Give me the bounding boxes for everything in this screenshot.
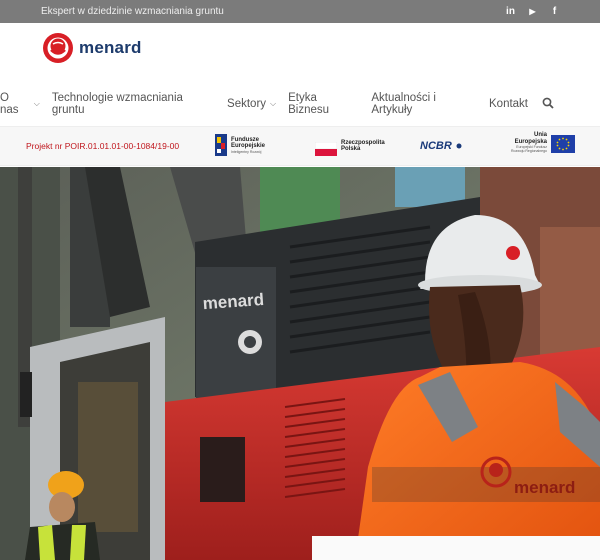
- project-number: Projekt nr POIR.01.01.01-00-1084/19-00: [26, 141, 179, 151]
- menard-logo-icon: [43, 33, 73, 63]
- top-bar: Ekspert w dziedzinie wzmacniania gruntu …: [0, 0, 600, 23]
- ncbr-dot-icon: [456, 143, 462, 149]
- menard-logo[interactable]: menard: [42, 32, 142, 64]
- main-nav: O nas ⌵ Technologie wzmacniania gruntu S…: [0, 92, 554, 116]
- hero-overlay-card: [312, 536, 600, 560]
- rzeczpospolita-logo: Rzeczpospolita Polska: [315, 136, 385, 156]
- eu-title: Unia Europejska: [514, 132, 547, 145]
- linkedin-icon[interactable]: in: [505, 6, 516, 17]
- project-code: POIR.01.01.01-00-1084/19-00: [64, 141, 180, 151]
- nav-item-kontakt[interactable]: Kontakt: [489, 98, 528, 110]
- search-icon[interactable]: [542, 97, 554, 112]
- rzeczpospolita-title: Rzeczpospolita Polska: [341, 139, 385, 153]
- hero-illustration: menard menard: [0, 167, 600, 560]
- facebook-icon[interactable]: f: [549, 6, 560, 17]
- fundusze-subtitle: Inteligentny Rozwój: [231, 149, 262, 154]
- project-prefix: Projekt nr: [26, 141, 63, 151]
- nav-item-o-nas[interactable]: O nas ⌵: [0, 92, 40, 116]
- funding-logos: Fundusze Europejskie Inteligentny Rozwój…: [215, 132, 575, 162]
- nav-item-label: Aktualności i Artykuły: [371, 92, 436, 116]
- logo-wordmark: menard: [79, 38, 142, 57]
- project-funding-bar: Projekt nr POIR.01.01.01-00-1084/19-00 F…: [0, 126, 600, 166]
- ncbr-logo: NCBR: [420, 140, 462, 152]
- site-header: menard O nas ⌵ Technologie wzmacniania g…: [0, 23, 600, 126]
- poland-flag-icon: [315, 142, 337, 156]
- nav-item-label: O nas: [0, 92, 19, 116]
- nav-item-sektory[interactable]: Sektory ⌵: [227, 98, 276, 110]
- nav-item-label: Kontakt: [489, 98, 528, 110]
- chevron-down-icon: ⌵: [270, 99, 277, 108]
- fundusze-europejskie-logo: Fundusze Europejskie Inteligentny Rozwój: [215, 134, 279, 156]
- fundusze-icon: [215, 134, 227, 156]
- nav-item-label: Technologie wzmacniania gruntu: [51, 92, 183, 116]
- vest-brand-text: menard: [514, 478, 575, 497]
- nav-item-etyka[interactable]: Etyka Biznesu: [288, 92, 359, 116]
- youtube-icon[interactable]: ▶: [527, 6, 538, 17]
- eu-flag-icon: [551, 135, 575, 153]
- nav-item-aktualnosci[interactable]: Aktualności i Artykuły: [371, 92, 477, 116]
- nav-item-technologie[interactable]: Technologie wzmacniania gruntu: [52, 92, 215, 116]
- social-links: in ▶ f: [505, 6, 560, 17]
- chevron-down-icon: ⌵: [33, 99, 40, 108]
- ncbr-wordmark: NCBR: [420, 140, 452, 152]
- nav-item-label: Etyka Biznesu: [288, 92, 330, 116]
- fundusze-title: Fundusze Europejskie: [231, 136, 266, 150]
- hero-image: menard menard: [0, 167, 600, 560]
- unia-europejska-logo: Unia Europejska Europejski Fundusz Rozwo…: [505, 132, 575, 153]
- tagline: Ekspert w dziedzinie wzmacniania gruntu: [41, 6, 224, 17]
- eu-subtitle: Europejski Fundusz Rozwoju Regionalnego: [511, 145, 547, 153]
- nav-item-label: Sektory: [227, 98, 267, 110]
